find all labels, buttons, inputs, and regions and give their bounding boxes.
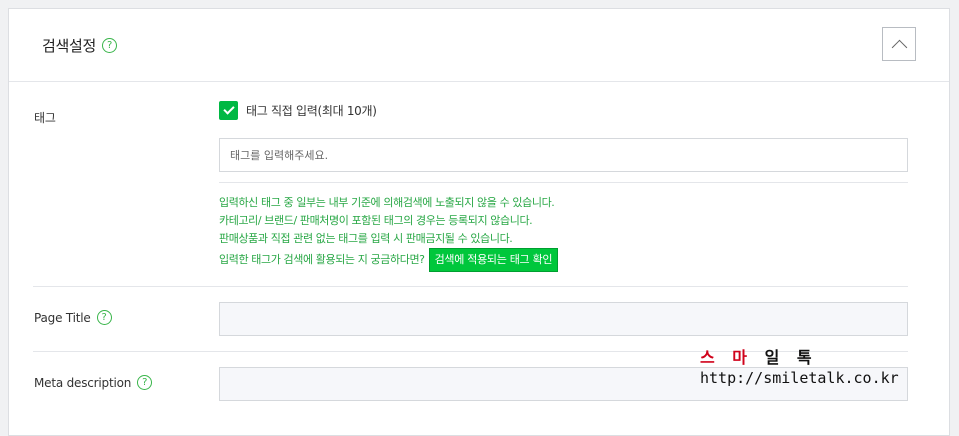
page-title-label-text: Page Title xyxy=(34,310,91,325)
meta-description-label-text: Meta description xyxy=(34,375,132,390)
section-title-text: 검색설정 xyxy=(42,37,97,55)
watermark-title-part1: 스 마 xyxy=(700,348,754,367)
row-divider xyxy=(33,286,908,287)
help-icon[interactable]: ? xyxy=(102,38,118,53)
note-line: 입력한 태그가 검색에 활용되는 지 궁금하다면? xyxy=(219,253,425,266)
note-line: 카테고리/ 브랜드/ 판매처명이 포함된 태그의 경우는 등록되지 않습니다. xyxy=(219,214,533,227)
page-title-input[interactable] xyxy=(219,302,908,336)
help-icon[interactable]: ? xyxy=(137,375,153,390)
check-applied-tags-button[interactable]: 검색에 적용되는 태그 확인 xyxy=(428,248,559,272)
meta-description-label: Meta description ? xyxy=(34,375,153,390)
section-title: 검색설정 ? xyxy=(42,35,118,56)
panel-header: 검색설정 ? xyxy=(9,9,949,82)
watermark-title-part2: 일 톡 xyxy=(753,348,818,367)
note-line: 판매상품과 직접 관련 없는 태그를 입력 시 판매금지될 수 있습니다. xyxy=(219,232,513,245)
watermark-url: http://smiletalk.co.kr xyxy=(700,369,899,387)
tag-label-text: 태그 xyxy=(34,111,56,125)
page-title-label: Page Title ? xyxy=(34,310,112,325)
direct-tag-checkbox[interactable]: 태그 직접 입력(최대 10개) xyxy=(219,101,377,120)
collapse-button[interactable] xyxy=(882,27,916,61)
help-icon[interactable]: ? xyxy=(96,310,112,325)
chevron-up-icon xyxy=(891,39,907,55)
tag-input[interactable] xyxy=(219,138,908,172)
watermark: 스 마 일 톡 http://smiletalk.co.kr xyxy=(700,348,899,388)
checkbox-label: 태그 직접 입력(최대 10개) xyxy=(246,104,377,118)
watermark-title: 스 마 일 톡 xyxy=(700,348,899,368)
checkbox-checked-icon[interactable] xyxy=(219,101,238,120)
tag-label: 태그 xyxy=(34,109,56,126)
divider xyxy=(219,182,908,183)
tag-notes: 입력하신 태그 중 일부는 내부 기준에 의해검색에 노출되지 않을 수 있습니… xyxy=(219,194,559,272)
note-line: 입력하신 태그 중 일부는 내부 기준에 의해검색에 노출되지 않을 수 있습니… xyxy=(219,196,555,209)
